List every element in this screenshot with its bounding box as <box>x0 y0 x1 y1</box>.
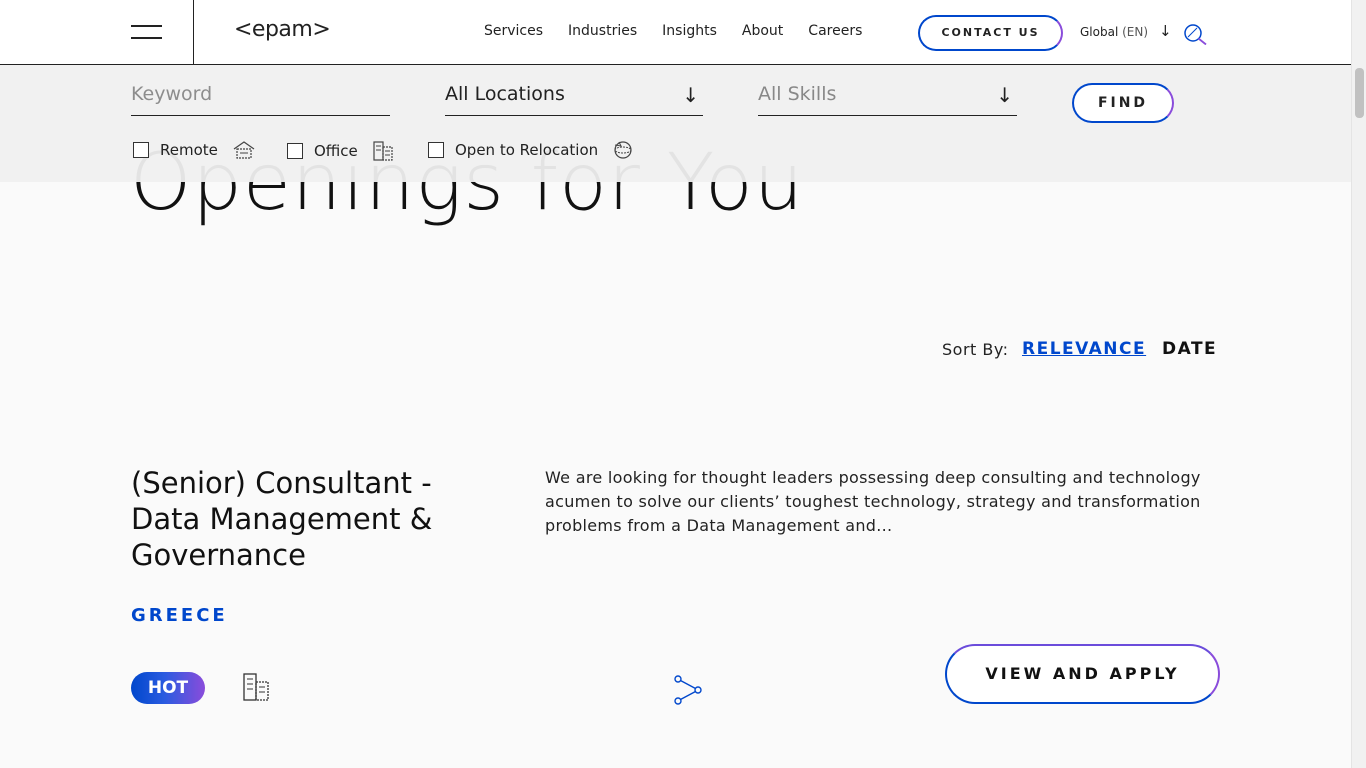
remote-label: Remote <box>160 141 218 159</box>
scrollbar-thumb[interactable] <box>1355 68 1364 118</box>
office-checkbox[interactable] <box>287 143 303 159</box>
remote-checkbox[interactable] <box>133 142 149 158</box>
skills-placeholder: All Skills <box>758 83 837 105</box>
language-selector[interactable]: Global (EN) <box>1080 25 1148 39</box>
arrow-down-icon: ↓ <box>682 83 699 107</box>
job-title[interactable]: (Senior) Consultant - Data Management & … <box>131 465 451 573</box>
site-header: <epam> Services Industries Insights Abou… <box>0 0 1351 65</box>
keyword-input[interactable] <box>131 83 390 105</box>
job-description: We are looking for thought leaders posse… <box>545 468 1201 535</box>
find-button[interactable]: FIND <box>1072 83 1174 123</box>
office-option[interactable]: Office <box>287 140 394 162</box>
skills-dropdown[interactable]: All Skills ↓ <box>758 83 1017 116</box>
contact-us-button[interactable]: CONTACT US <box>918 15 1063 51</box>
job-country: GREECE <box>131 605 228 626</box>
home-icon <box>233 141 255 159</box>
lang-code: (EN) <box>1122 25 1149 39</box>
nav-careers[interactable]: Careers <box>808 23 862 39</box>
main-nav: Services Industries Insights About Caree… <box>484 23 887 39</box>
share-icon[interactable] <box>673 675 703 705</box>
relocation-option[interactable]: Open to Relocation <box>428 140 634 160</box>
header-divider <box>193 0 194 65</box>
remote-option[interactable]: Remote <box>133 140 256 160</box>
nav-insights[interactable]: Insights <box>662 23 717 39</box>
relocation-checkbox[interactable] <box>428 142 444 158</box>
relocation-label: Open to Relocation <box>455 141 599 159</box>
sort-relevance-link[interactable]: RELEVANCE <box>1022 339 1146 359</box>
lang-region: Global <box>1080 25 1119 39</box>
keyword-field[interactable] <box>131 83 390 116</box>
work-type-options: Remote Office Open to Relocation <box>0 140 1351 164</box>
nav-services[interactable]: Services <box>484 23 543 39</box>
epam-logo[interactable]: <epam> <box>234 17 331 42</box>
arrow-down-icon: ↓ <box>996 83 1013 107</box>
locations-value: All Locations <box>445 83 565 105</box>
arrow-down-icon[interactable]: ↓ <box>1159 22 1172 40</box>
view-and-apply-button[interactable]: VIEW AND APPLY <box>945 644 1220 704</box>
nav-industries[interactable]: Industries <box>568 23 637 39</box>
hot-badge: HOT <box>131 672 205 704</box>
globe-icon <box>614 141 632 159</box>
building-icon <box>243 673 269 701</box>
locations-dropdown[interactable]: All Locations ↓ <box>445 83 703 116</box>
office-label: Office <box>314 142 358 160</box>
nav-about[interactable]: About <box>742 23 783 39</box>
menu-icon[interactable] <box>131 25 163 39</box>
page-scrollbar[interactable] <box>1351 0 1366 768</box>
sort-label: Sort By: <box>942 340 1009 359</box>
sort-date-link[interactable]: DATE <box>1162 339 1217 359</box>
job-filter-bar: All Locations ↓ All Skills ↓ FIND Remote… <box>0 65 1351 182</box>
building-icon <box>373 141 393 161</box>
search-icon[interactable] <box>1183 23 1207 45</box>
